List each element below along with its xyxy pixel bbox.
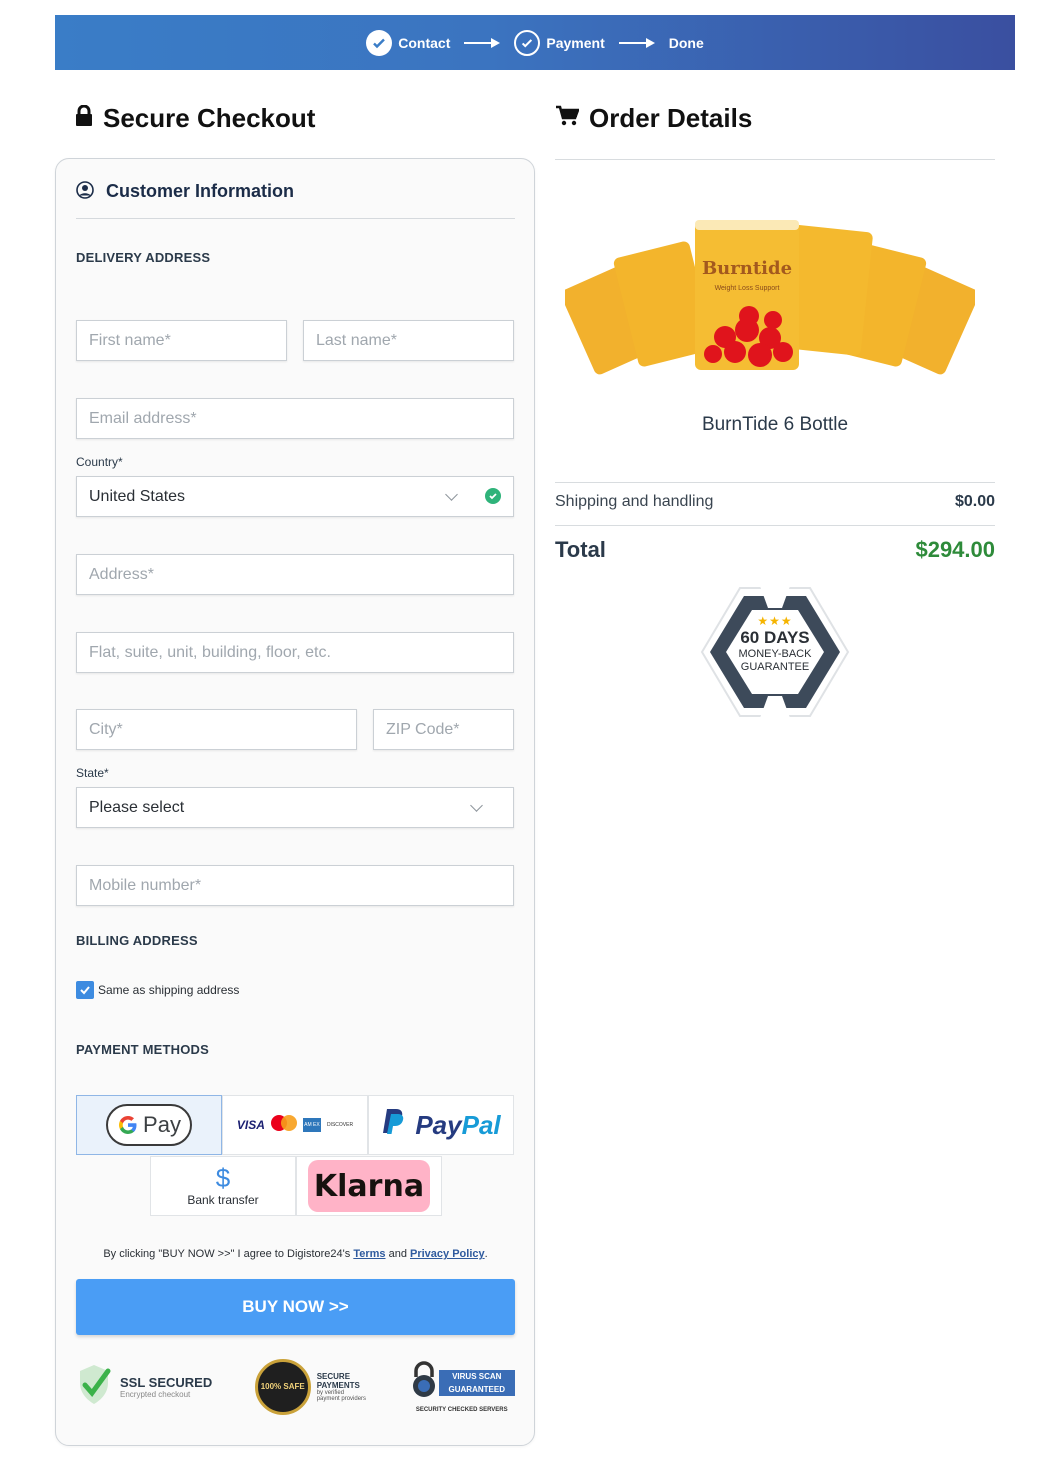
lock-icon	[75, 103, 93, 134]
buy-now-button[interactable]: BUY NOW >>	[76, 1279, 515, 1335]
payment-option-klarna[interactable]: Klarna	[296, 1156, 442, 1216]
address-input[interactable]: Address*	[76, 554, 514, 595]
step-payment: Payment	[514, 29, 605, 56]
user-circle-icon	[76, 181, 94, 204]
divider	[555, 525, 995, 526]
country-label: Country*	[76, 455, 123, 469]
total-row: Total $294.00	[555, 537, 995, 563]
country-value: United States	[89, 487, 186, 505]
virus-scan-badge: VIRUS SCAN GUARANTEED SECURITY CHECKED S…	[409, 1361, 515, 1413]
valid-check-icon	[485, 488, 501, 504]
paypal-text: PayPal	[415, 1109, 501, 1140]
payment-option-paypal[interactable]: PayPal	[368, 1095, 514, 1155]
padlock-icon	[409, 1361, 439, 1404]
check-circle-icon	[366, 29, 393, 56]
secure-checkout-title: Secure Checkout	[75, 103, 315, 134]
payment-option-bank-transfer[interactable]: $ Bank transfer	[150, 1156, 296, 1216]
checkbox-checked-icon[interactable]	[76, 981, 94, 999]
divider	[555, 482, 995, 483]
shipping-value: $0.00	[954, 493, 995, 510]
email-input[interactable]: Email address*	[76, 398, 514, 439]
terms-link[interactable]: Terms	[353, 1248, 385, 1260]
last-name-input[interactable]: Last name*	[303, 320, 514, 361]
stars-icon: ★★★	[757, 614, 793, 628]
check-circle-outline-icon	[514, 29, 541, 56]
step-label: Payment	[546, 34, 605, 51]
order-title: Order Details	[589, 103, 753, 133]
gpay-text: Pay	[143, 1112, 181, 1137]
payment-option-google-pay[interactable]: Pay	[76, 1095, 222, 1155]
state-value: Please select	[89, 798, 185, 816]
page-title: Secure Checkout	[103, 103, 316, 133]
arrow-right-icon	[618, 37, 655, 48]
svg-text:Weight Loss Support: Weight Loss Support	[715, 285, 780, 292]
total-value: $294.00	[915, 537, 995, 562]
same-as-shipping-row[interactable]: Same as shipping address	[76, 981, 239, 999]
product-image: Burntide Weight Loss Support	[565, 220, 975, 375]
terms-notice: By clicking "BUY NOW >>" I agree to Digi…	[103, 1248, 488, 1260]
zip-input[interactable]: ZIP Code*	[373, 709, 514, 750]
order-details-title: Order Details	[555, 103, 752, 134]
step-contact: Contact	[366, 29, 451, 56]
shipping-row: Shipping and handling $0.00	[555, 493, 995, 511]
dollar-icon: $	[215, 1163, 231, 1193]
mobile-input[interactable]: Mobile number*	[76, 865, 514, 906]
city-input[interactable]: City*	[76, 709, 357, 750]
trust-badges: SSL SECURED Encrypted checkout 100% SAFE…	[76, 1355, 515, 1419]
paypal-icon	[381, 1107, 407, 1144]
step-label: Contact	[398, 34, 451, 51]
cart-icon	[555, 103, 580, 134]
ssl-secured-badge: SSL SECURED Encrypted checkout	[76, 1363, 212, 1412]
mastercard-icon	[270, 1114, 297, 1136]
payment-methods-label: PAYMENT METHODS	[76, 1042, 210, 1057]
step-label: Done	[668, 34, 704, 51]
address-line2-input[interactable]: Flat, suite, unit, building, floor, etc.	[76, 632, 514, 673]
divider	[555, 159, 995, 160]
same-as-shipping-label: Same as shipping address	[98, 983, 240, 997]
state-select[interactable]: Please select	[76, 787, 514, 828]
google-pay-logo: Pay	[106, 1104, 192, 1146]
total-label: Total	[555, 537, 606, 562]
bank-transfer-label: Bank transfer	[187, 1193, 259, 1207]
billing-address-label: BILLING ADDRESS	[76, 933, 198, 948]
step-done: Done	[669, 35, 704, 51]
country-select[interactable]: United States	[76, 476, 514, 517]
shield-check-icon	[76, 1363, 114, 1412]
product-name: BurnTide 6 Bottle	[701, 414, 849, 435]
safe-seal-icon: 100% SAFE	[254, 1359, 311, 1415]
first-name-input[interactable]: First name*	[76, 320, 287, 361]
chevron-down-icon	[445, 488, 458, 501]
checkout-form-card: Customer Information DELIVERY ADDRESS Fi…	[55, 158, 535, 1446]
payment-option-credit-card[interactable]: VISA AM EX DISCOVER	[222, 1095, 368, 1155]
section-title: Customer Information	[106, 181, 295, 201]
secure-payments-badge: 100% SAFE SECURE PAYMENTS by verified pa…	[254, 1359, 366, 1415]
guarantee-text: ★★★ 60 DAYS MONEY-BACK GUARANTEE	[700, 614, 850, 674]
klarna-logo: Klarna	[308, 1160, 430, 1212]
chevron-down-icon	[470, 799, 483, 812]
svg-text:Burntide: Burntide	[702, 258, 792, 279]
state-label: State*	[76, 766, 109, 780]
privacy-policy-link[interactable]: Privacy Policy	[410, 1248, 485, 1260]
shipping-label: Shipping and handling	[555, 493, 714, 510]
customer-info-header: Customer Information	[76, 181, 515, 219]
discover-logo: DISCOVER	[326, 1122, 354, 1128]
amex-logo: AM EX	[302, 1118, 321, 1132]
checkout-progress-bar: Contact Payment Done	[55, 15, 1015, 70]
visa-logo: VISA	[236, 1118, 265, 1132]
delivery-address-label: DELIVERY ADDRESS	[76, 250, 211, 265]
arrow-right-icon	[464, 37, 501, 48]
google-g-icon	[119, 1116, 137, 1134]
